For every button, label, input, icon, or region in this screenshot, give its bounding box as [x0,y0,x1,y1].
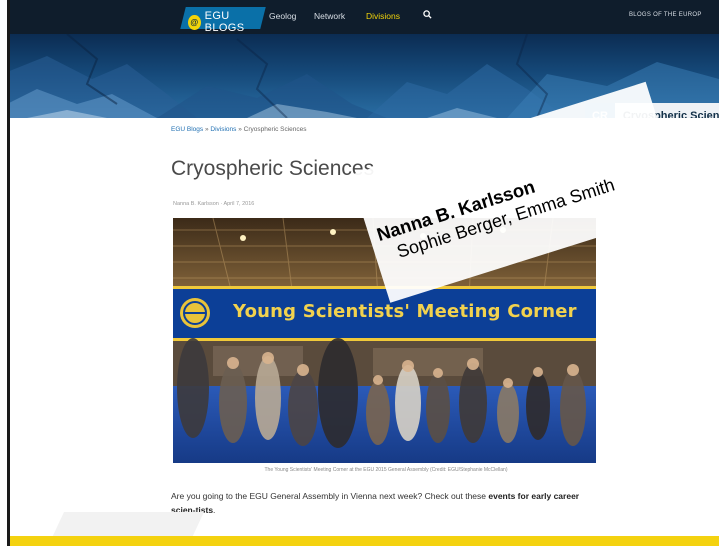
photo-banner-text: Young Scientists' Meeting Corner [233,301,577,322]
footer-strip [7,536,719,546]
breadcrumb-separator: » [238,126,242,133]
top-nav: @ EGU BLOGS Geolog Network Divisions BLO… [7,0,719,34]
paragraph-end: . [213,505,216,515]
breadcrumb-current: Cryospheric Sciences [243,126,307,133]
nav-item-divisions[interactable]: Divisions [366,11,400,21]
nav-right-text: BLOGS OF THE EUROP [629,12,702,18]
breadcrumb: EGU Blogs » Divisions » Cryospheric Scie… [171,126,307,133]
nav-item-geolog[interactable]: Geolog [269,11,296,21]
egu-blogs-logo[interactable]: @ EGU BLOGS [180,7,266,34]
search-icon[interactable] [423,10,432,19]
logo-text: EGU BLOGS [204,10,245,34]
breadcrumb-separator: » [204,126,209,133]
egu-logo-icon: @ [188,14,201,30]
photo-caption: The Young Scientists' Meeting Corner at … [264,467,508,473]
nav-item-network[interactable]: Network [314,11,345,21]
paragraph-text: Are you going to the EGU General Assembl… [171,491,489,501]
screenshot-frame: @ EGU BLOGS Geolog Network Divisions BLO… [7,0,719,546]
breadcrumb-egu-blogs[interactable]: EGU Blogs [171,126,203,133]
post-paragraph: Are you going to the EGU General Assembl… [171,489,601,517]
page-title: Cryospheric Sciences [171,157,375,180]
breadcrumb-divisions[interactable]: Divisions [210,126,236,133]
post-byline: Nanna B. Karlsson · April 7, 2016 [173,201,255,207]
